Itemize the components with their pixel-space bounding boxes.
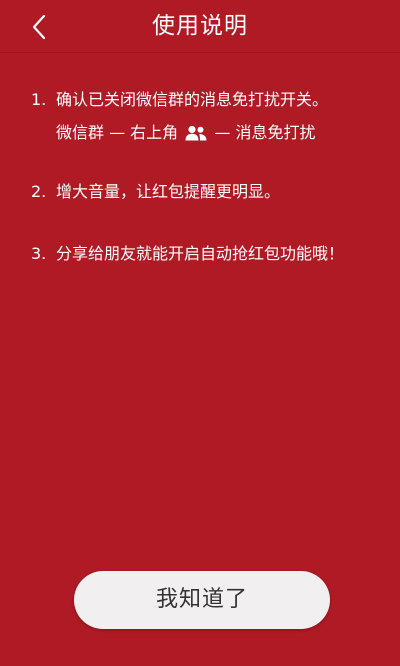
path-prefix: 微信群 — 右上角 — [56, 123, 179, 142]
instruction-text: 分享给朋友就能开启自动抢红包功能哦！ — [56, 244, 345, 263]
path-suffix: — 消息免打扰 — [214, 123, 316, 142]
instruction-text: 确认已关闭微信群的消息免打扰开关。 — [56, 90, 329, 109]
instruction-number: 2. — [31, 182, 47, 201]
page-title: 使用说明 — [152, 13, 248, 39]
instruction-item-1: 1. 确认已关闭微信群的消息免打扰开关。 — [31, 90, 328, 110]
instruction-number: 3. — [31, 244, 47, 263]
instruction-text: 增大音量，让红包提醒更明显。 — [56, 182, 281, 201]
instruction-item-2: 2. 增大音量，让红包提醒更明显。 — [31, 182, 280, 202]
got-it-button[interactable]: 我知道了 — [74, 571, 330, 629]
people-icon — [185, 125, 207, 141]
header-bar: 使用说明 — [0, 0, 400, 53]
instruction-number: 1. — [31, 90, 47, 109]
instruction-item-1-path: 微信群 — 右上角 — 消息免打扰 — [56, 123, 315, 143]
instruction-item-3: 3. 分享给朋友就能开启自动抢红包功能哦！ — [31, 244, 344, 264]
